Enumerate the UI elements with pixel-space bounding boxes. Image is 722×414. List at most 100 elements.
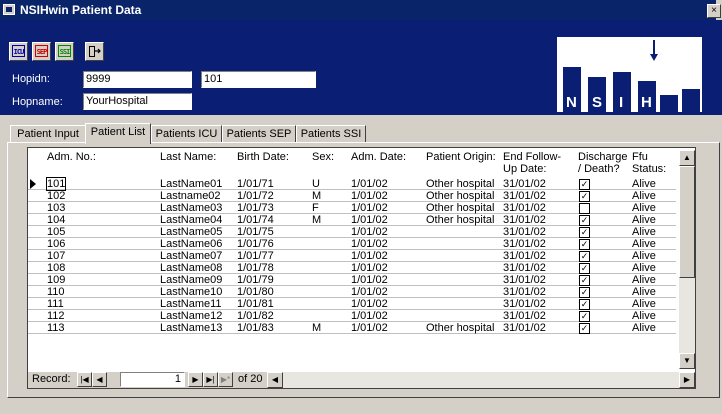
cell-end-fu[interactable]: 31/01/02 [503, 226, 546, 238]
scroll-up-button[interactable]: ▲ [679, 150, 695, 166]
cell-end-fu[interactable]: 31/01/02 [503, 178, 546, 190]
cell-last-name[interactable]: LastName13 [160, 322, 222, 334]
cell-ffu-status[interactable]: Alive [632, 214, 656, 226]
cell-ffu-status[interactable]: Alive [632, 202, 656, 214]
scroll-right-button[interactable]: ▶ [679, 372, 695, 388]
tab-patient-list[interactable]: Patient List [85, 123, 151, 144]
next-record-button[interactable]: ▶ [188, 372, 203, 387]
tab-patients-icu[interactable]: Patients ICU [151, 125, 222, 143]
table-row[interactable]: 110 LastName10 1/01/80 1/01/02 31/01/02 ✓ Aliv… [28, 286, 676, 298]
hopidn-secondary-input[interactable]: 101 [201, 71, 316, 88]
cell-origin[interactable]: Other hospital [426, 178, 494, 190]
cell-origin[interactable]: Other hospital [426, 214, 494, 226]
cell-adm-date[interactable]: 1/01/02 [351, 238, 388, 250]
cell-adm-date[interactable]: 1/01/02 [351, 202, 388, 214]
cell-origin[interactable]: Other hospital [426, 322, 494, 334]
cell-ffu-status[interactable]: Alive [632, 238, 656, 250]
cell-end-fu[interactable]: 31/01/02 [503, 298, 546, 310]
cell-adm-no[interactable]: 107 [47, 250, 65, 262]
discharge-checkbox[interactable]: ✓ [579, 299, 590, 310]
discharge-checkbox[interactable]: ✓ [579, 179, 590, 190]
horizontal-scrollbar[interactable]: ◀ ▶ [267, 372, 695, 388]
cell-end-fu[interactable]: 31/01/02 [503, 202, 546, 214]
tab-patients-sep[interactable]: Patients SEP [222, 125, 296, 143]
cell-birth[interactable]: 1/01/72 [237, 190, 274, 202]
cell-adm-date[interactable]: 1/01/02 [351, 190, 388, 202]
cell-adm-date[interactable]: 1/01/02 [351, 274, 388, 286]
cell-ffu-status[interactable]: Alive [632, 274, 656, 286]
cell-adm-no[interactable]: 112 [47, 310, 65, 322]
cell-last-name[interactable]: LastName04 [160, 214, 222, 226]
cell-birth[interactable]: 1/01/80 [237, 286, 274, 298]
cell-adm-no[interactable]: 104 [47, 214, 65, 226]
table-row[interactable]: 108 LastName08 1/01/78 1/01/02 31/01/02 ✓ Aliv… [28, 262, 676, 274]
cell-adm-no[interactable]: 109 [47, 274, 65, 286]
cell-last-name[interactable]: LastName11 [160, 298, 222, 310]
table-row[interactable]: 102 Lastname02 1/01/72 M 1/01/02 Other hospit… [28, 190, 676, 202]
cell-end-fu[interactable]: 31/01/02 [503, 310, 546, 322]
cell-birth[interactable]: 1/01/78 [237, 262, 274, 274]
discharge-checkbox[interactable]: ✓ [579, 287, 590, 298]
close-button[interactable]: × [707, 4, 721, 18]
cell-last-name[interactable]: LastName01 [160, 178, 222, 190]
discharge-checkbox[interactable]: ✓ [579, 191, 590, 202]
sep-button[interactable]: SEP [32, 42, 51, 61]
discharge-checkbox[interactable]: ✓ [579, 263, 590, 274]
tab-patient-input[interactable]: Patient Input [10, 125, 86, 143]
cell-adm-date[interactable]: 1/01/02 [351, 286, 388, 298]
table-row[interactable]: 113 LastName13 1/01/83 M 1/01/02 Other hospit… [28, 322, 676, 334]
discharge-checkbox[interactable]: ✓ [579, 323, 590, 334]
cell-adm-date[interactable]: 1/01/02 [351, 298, 388, 310]
new-record-button[interactable]: ▶* [218, 372, 233, 387]
previous-record-button[interactable]: ◀ [92, 372, 107, 387]
scroll-down-button[interactable]: ▼ [679, 353, 695, 369]
cell-last-name[interactable]: LastName12 [160, 310, 222, 322]
discharge-checkbox[interactable]: ✓ [579, 275, 590, 286]
cell-adm-no[interactable]: 110 [47, 286, 65, 298]
cell-end-fu[interactable]: 31/01/02 [503, 322, 546, 334]
table-row[interactable]: 101 LastName01 1/01/71 U 1/01/02 Other hospit… [28, 177, 676, 191]
cell-adm-date[interactable]: 1/01/02 [351, 178, 388, 190]
vertical-scrollbar[interactable]: ▲ ▼ [679, 150, 695, 369]
cell-last-name[interactable]: LastName07 [160, 250, 222, 262]
cell-adm-no[interactable]: 106 [47, 238, 65, 250]
cell-ffu-status[interactable]: Alive [632, 310, 656, 322]
cell-ffu-status[interactable]: Alive [632, 286, 656, 298]
cell-adm-no[interactable]: 105 [47, 226, 65, 238]
cell-last-name[interactable]: LastName03 [160, 202, 222, 214]
cell-adm-date[interactable]: 1/01/02 [351, 310, 388, 322]
cell-sex[interactable]: M [312, 214, 321, 226]
scroll-thumb[interactable] [679, 166, 695, 278]
cell-birth[interactable]: 1/01/71 [237, 178, 274, 190]
discharge-checkbox[interactable]: ✓ [579, 311, 590, 322]
cell-birth[interactable]: 1/01/77 [237, 250, 274, 262]
cell-ffu-status[interactable]: Alive [632, 298, 656, 310]
cell-sex[interactable]: M [312, 190, 321, 202]
table-row[interactable]: 106 LastName06 1/01/76 1/01/02 31/01/02 ✓ Aliv… [28, 238, 676, 250]
title-bar[interactable]: NSIHwin Patient Data [0, 0, 716, 20]
hopname-input[interactable]: YourHospital [83, 93, 192, 110]
cell-birth[interactable]: 1/01/73 [237, 202, 274, 214]
cell-sex[interactable]: F [312, 202, 319, 214]
discharge-checkbox[interactable]: ✓ [579, 215, 590, 226]
cell-ffu-status[interactable]: Alive [632, 190, 656, 202]
cell-birth[interactable]: 1/01/83 [237, 322, 274, 334]
cell-ffu-status[interactable]: Alive [632, 226, 656, 238]
table-row[interactable]: 104 LastName04 1/01/74 M 1/01/02 Other hospit… [28, 214, 676, 226]
cell-adm-no[interactable]: 101 [45, 177, 67, 191]
cell-birth[interactable]: 1/01/81 [237, 298, 274, 310]
table-row[interactable]: 112 LastName12 1/01/82 1/01/02 31/01/02 ✓ Aliv… [28, 310, 676, 322]
cell-last-name[interactable]: LastName08 [160, 262, 222, 274]
tab-patients-ssi[interactable]: Patients SSI [296, 125, 366, 143]
cell-last-name[interactable]: LastName05 [160, 226, 222, 238]
cell-last-name[interactable]: LastName09 [160, 274, 222, 286]
cell-birth[interactable]: 1/01/79 [237, 274, 274, 286]
cell-end-fu[interactable]: 31/01/02 [503, 190, 546, 202]
ssi-button[interactable]: SSI [55, 42, 74, 61]
icu-button[interactable]: ICU [9, 42, 28, 61]
cell-sex[interactable]: M [312, 322, 321, 334]
cell-adm-no[interactable]: 103 [47, 202, 65, 214]
cell-adm-date[interactable]: 1/01/02 [351, 214, 388, 226]
cell-ffu-status[interactable]: Alive [632, 250, 656, 262]
first-record-button[interactable]: |◀ [77, 372, 92, 387]
